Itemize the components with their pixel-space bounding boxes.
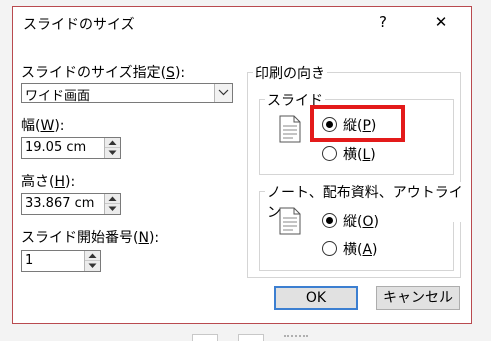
background-icon <box>284 335 308 341</box>
start-number-increment-button[interactable] <box>85 251 100 261</box>
width-value[interactable]: 19.05 cm <box>25 140 105 155</box>
start-number-value[interactable]: 1 <box>25 253 85 268</box>
height-increment-button[interactable] <box>105 194 120 204</box>
arrow-up-icon <box>108 196 117 201</box>
slides-landscape-radio[interactable] <box>322 146 337 161</box>
height-spinner[interactable]: 33.867 cm <box>21 193 121 215</box>
slides-landscape-label[interactable]: 横(L) <box>343 144 376 164</box>
arrow-up-icon <box>108 140 117 145</box>
width-spinner[interactable]: 19.05 cm <box>21 137 121 159</box>
notes-portrait-page-icon <box>279 207 301 235</box>
start-number-spin-buttons <box>84 251 100 271</box>
slide-size-value: ワイド画面 <box>25 89 91 104</box>
arrow-down-icon <box>88 263 97 268</box>
notes-portrait-label[interactable]: 縦(O) <box>343 211 379 231</box>
slide-size-dialog: スライドのサイズ ? ✕ スライドのサイズ指定(S): ワイド画面 幅(W): … <box>12 6 472 324</box>
height-value[interactable]: 33.867 cm <box>25 196 105 211</box>
dialog-title: スライドのサイズ <box>23 17 135 33</box>
help-button[interactable]: ? <box>370 11 396 33</box>
close-button[interactable]: ✕ <box>428 11 454 33</box>
width-increment-button[interactable] <box>105 138 120 148</box>
orientation-title: 印刷の向き <box>253 63 327 83</box>
portrait-page-icon <box>279 115 301 143</box>
start-number-decrement-button[interactable] <box>85 261 100 271</box>
slides-portrait-radio[interactable] <box>322 117 337 132</box>
start-number-label: スライド開始番号(N): <box>21 230 160 246</box>
radio-selected-dot <box>326 121 333 128</box>
cancel-button[interactable]: キャンセル <box>376 286 460 310</box>
notes-landscape-label[interactable]: 横(A) <box>343 239 378 259</box>
slide-size-select[interactable]: ワイド画面 <box>21 83 233 104</box>
chevron-down-icon <box>218 89 229 96</box>
start-number-spinner[interactable]: 1 <box>21 250 101 272</box>
background-icon <box>192 334 218 341</box>
arrow-up-icon <box>88 253 97 258</box>
width-decrement-button[interactable] <box>105 148 120 158</box>
background-icon <box>238 334 264 341</box>
arrow-down-icon <box>108 150 117 155</box>
dropdown-button[interactable] <box>214 84 232 102</box>
notes-portrait-radio[interactable] <box>322 213 337 228</box>
width-label: 幅(W): <box>21 118 65 134</box>
height-decrement-button[interactable] <box>105 204 120 214</box>
slides-portrait-label[interactable]: 縦(P) <box>343 115 376 135</box>
height-spin-buttons <box>104 194 120 214</box>
notes-landscape-radio[interactable] <box>322 241 337 256</box>
radio-selected-dot <box>326 217 333 224</box>
slide-size-label: スライドのサイズ指定(S): <box>21 65 186 81</box>
arrow-down-icon <box>108 206 117 211</box>
width-spin-buttons <box>104 138 120 158</box>
ok-button[interactable]: OK <box>274 286 358 310</box>
height-label: 高さ(H): <box>21 174 76 190</box>
